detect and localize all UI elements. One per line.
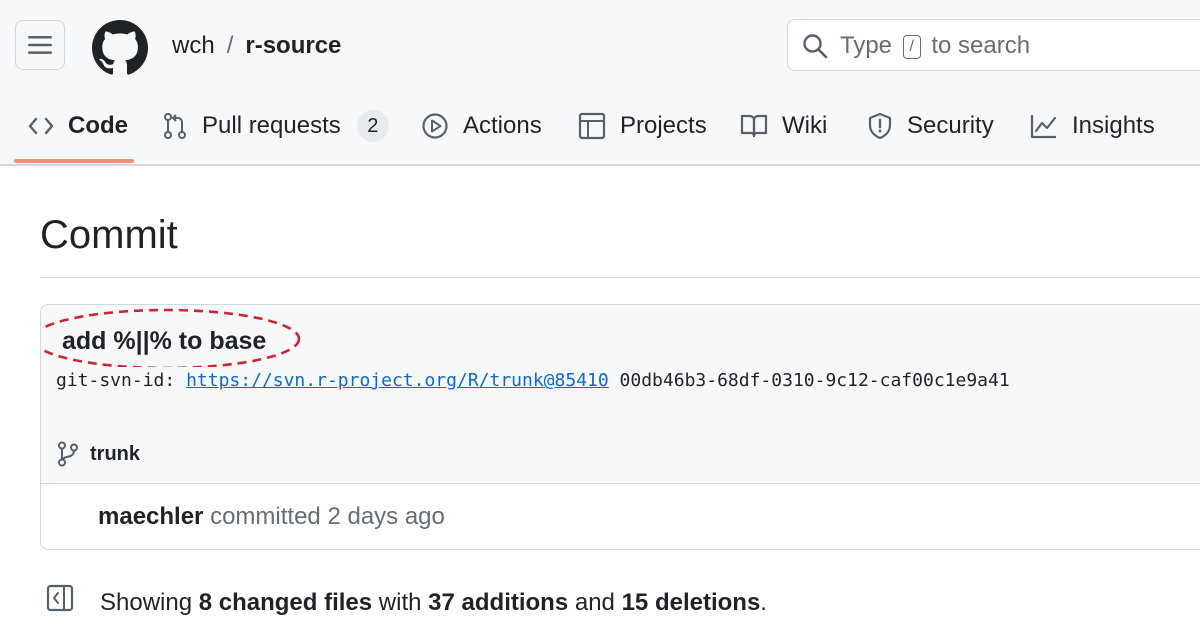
active-tab-indicator — [14, 159, 134, 163]
changed-files-count: 8 changed files — [198, 589, 373, 616]
tab-code[interactable]: Code — [28, 104, 128, 148]
tab-insights[interactable]: Insights — [1030, 104, 1155, 148]
breadcrumb: wch / r-source — [172, 30, 341, 62]
pull-requests-counter: 2 — [356, 110, 389, 142]
github-logo-icon[interactable] — [92, 20, 148, 76]
repo-link[interactable]: r-source — [245, 32, 341, 59]
search-icon — [803, 34, 828, 59]
tab-actions[interactable]: Actions — [421, 104, 542, 148]
repo-header: wch / r-source Type / to search Code Pull — [0, 0, 1200, 166]
svn-id-label: git-svn-id: — [56, 370, 176, 391]
author-link[interactable]: maechler — [98, 503, 203, 530]
sidebar-expand-icon[interactable] — [46, 584, 74, 612]
page-title: Commit — [40, 213, 178, 257]
tab-wiki[interactable]: Wiki — [740, 104, 827, 148]
owner-link[interactable]: wch — [172, 32, 215, 59]
commit-card: add %||% to base git-svn-id: https://svn… — [40, 304, 1200, 550]
svn-link[interactable]: https://svn.r-project.org/R/trunk@85410 — [186, 370, 609, 391]
breadcrumb-separator: / — [226, 32, 234, 59]
commit-header: add %||% to base git-svn-id: https://svn… — [41, 305, 1200, 484]
search-shortcut-key: / — [902, 35, 921, 59]
graph-icon — [1030, 115, 1057, 139]
play-icon — [422, 113, 448, 139]
tab-pull-requests[interactable]: Pull requests 2 — [162, 104, 389, 148]
branch-link[interactable]: trunk — [56, 441, 140, 467]
search-input[interactable]: Type / to search — [787, 19, 1200, 71]
commit-time: 2 days ago — [327, 503, 445, 530]
commit-meta: maechler committed 2 days ago — [98, 503, 445, 530]
divider — [40, 277, 1200, 278]
tab-security[interactable]: Security — [867, 104, 994, 148]
hamburger-icon — [28, 36, 52, 54]
commit-description: git-svn-id: https://svn.r-project.org/R/… — [56, 369, 1010, 393]
book-icon — [740, 114, 768, 138]
branch-icon — [58, 441, 78, 467]
shield-icon — [868, 112, 892, 140]
diff-summary: Showing 8 changed files with 37 addition… — [100, 589, 767, 616]
table-icon — [578, 112, 606, 140]
code-icon — [28, 117, 54, 135]
menu-button[interactable] — [15, 20, 65, 70]
additions-count: 37 additions — [428, 589, 569, 616]
deletions-count: 15 deletions — [621, 589, 761, 616]
tab-projects[interactable]: Projects — [578, 104, 707, 148]
commit-message: add %||% to base — [62, 327, 267, 355]
pull-request-icon — [164, 113, 186, 139]
svn-hash: 00db46b3-68df-0310-9c12-caf00c1e9a41 — [619, 370, 1010, 391]
search-placeholder: Type / to search — [840, 32, 1031, 59]
